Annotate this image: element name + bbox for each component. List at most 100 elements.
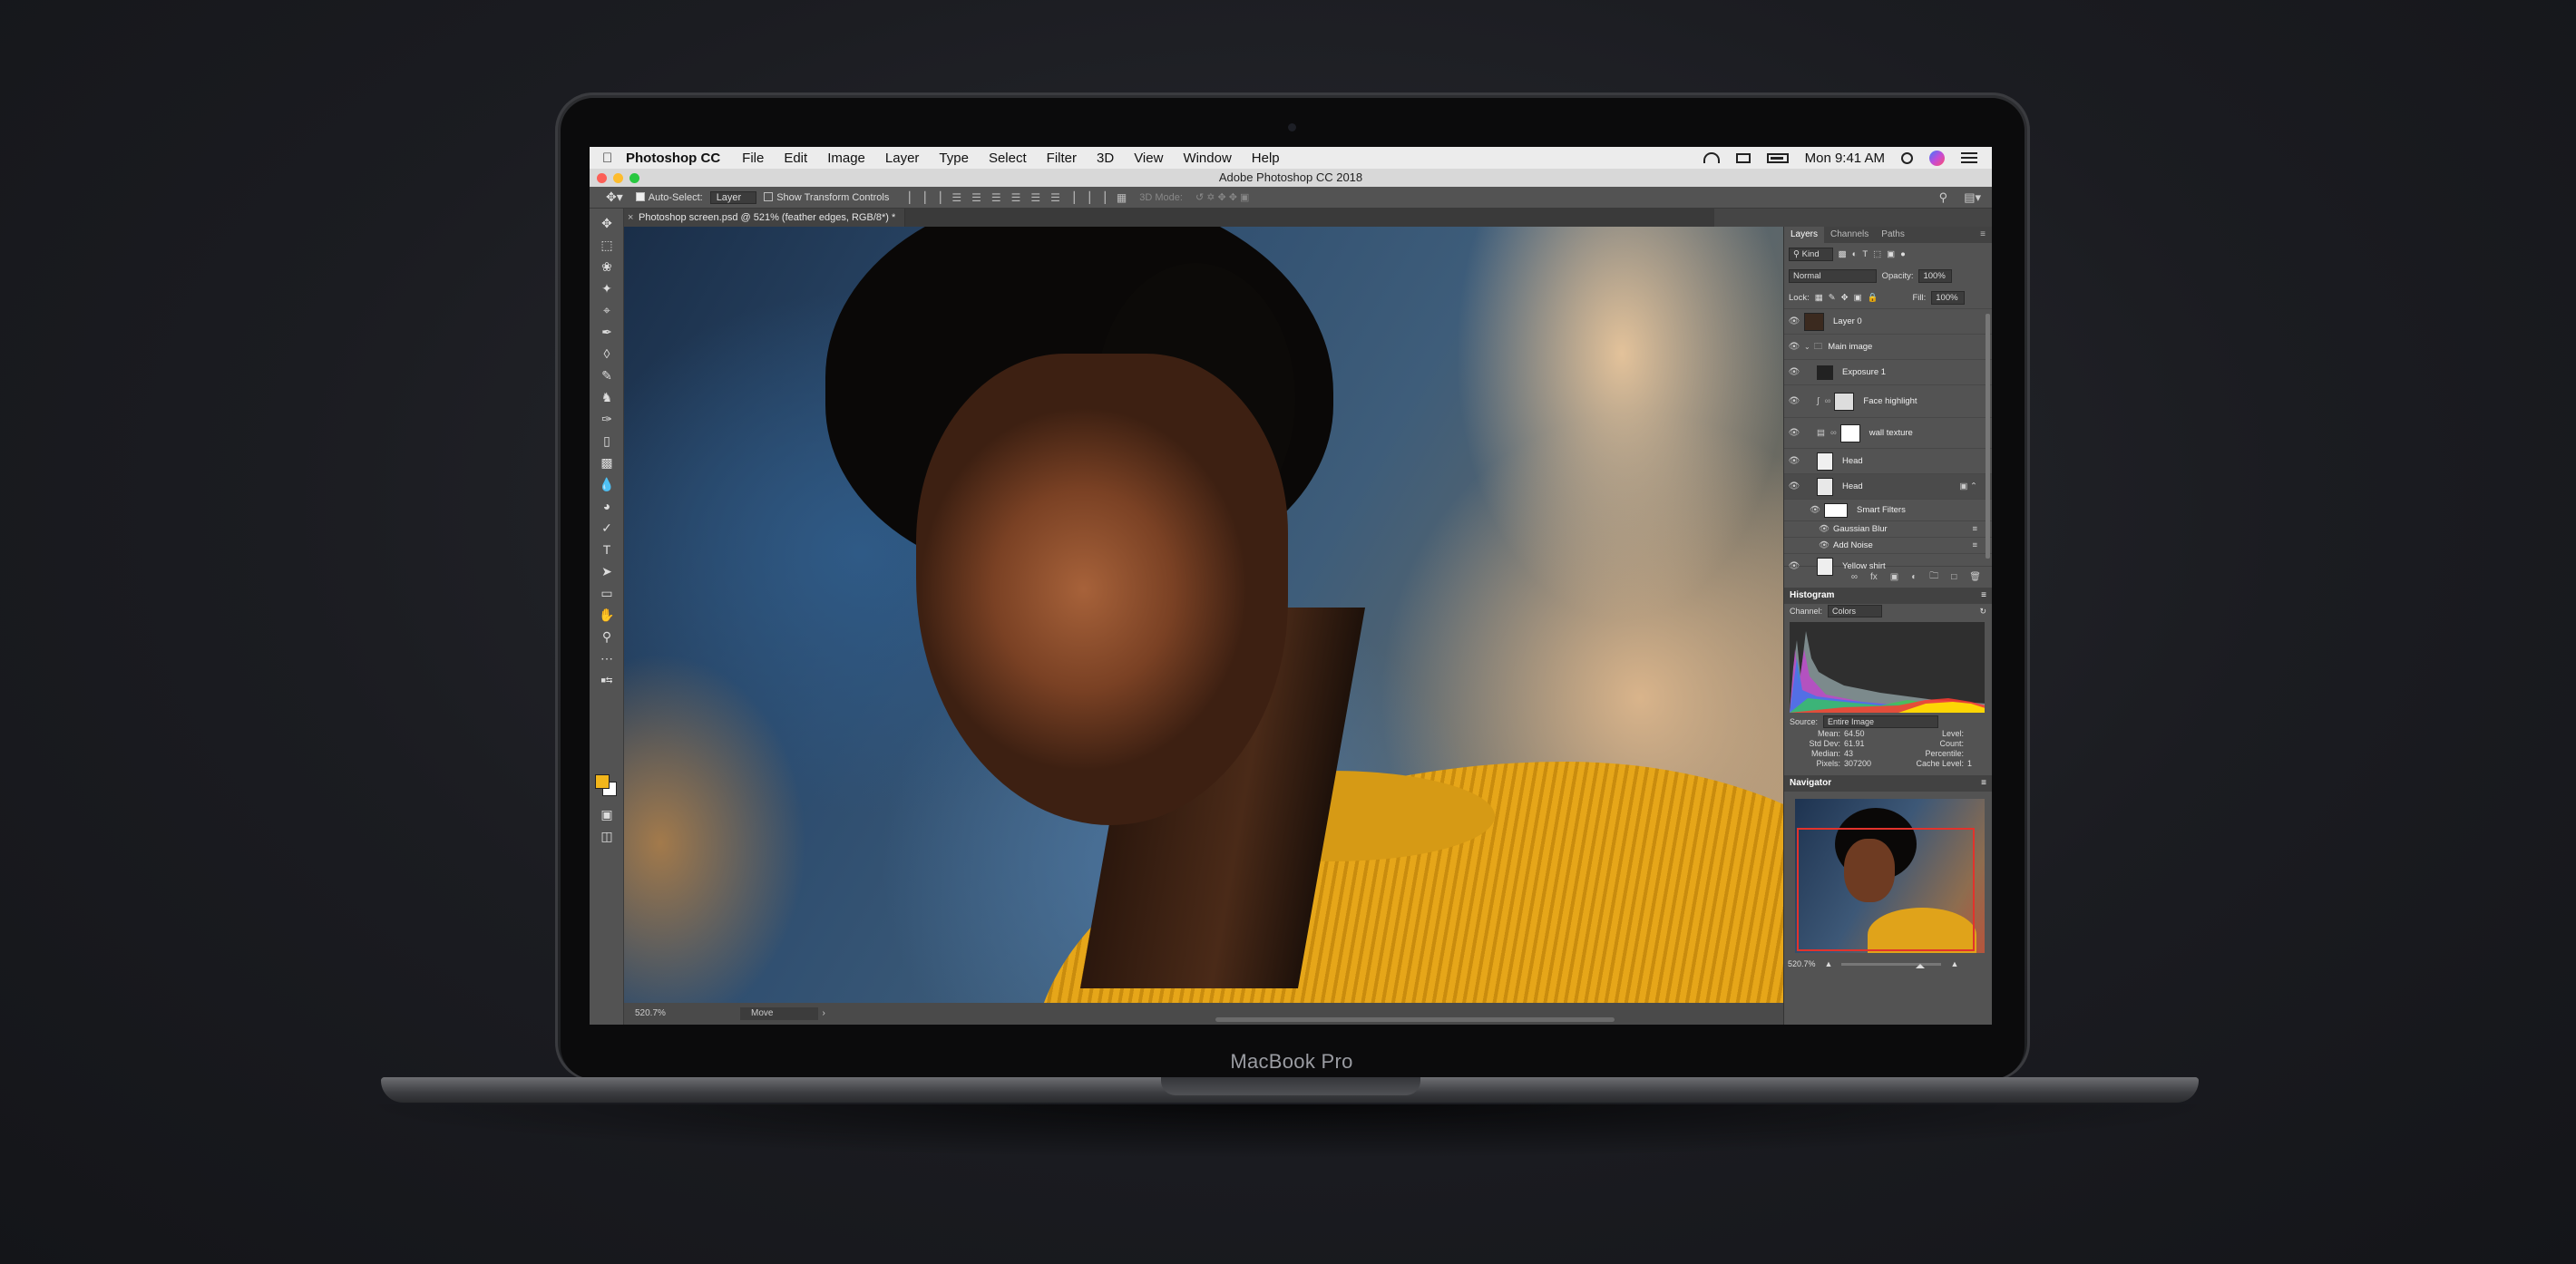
status-info-dropdown[interactable]: Move — [740, 1007, 819, 1020]
navigator-preview[interactable] — [1795, 799, 1985, 953]
filter-shape-icon[interactable]: ⬚ — [1873, 249, 1881, 259]
layer-row[interactable]: 👁 ∫ ∞ Face highlight — [1784, 384, 1992, 417]
app-menu[interactable]: Photoshop CC — [626, 151, 720, 166]
distribute-left-icon[interactable]: ⎥ — [1070, 191, 1076, 204]
hand-tool-icon[interactable]: ✋ — [590, 604, 624, 626]
menu-filter[interactable]: Filter — [1047, 151, 1077, 166]
visibility-eye-icon[interactable]: 👁 — [1784, 342, 1804, 352]
menu-layer[interactable]: Layer — [885, 151, 920, 166]
marquee-tool-icon[interactable]: ⬚ — [590, 234, 624, 256]
apple-icon[interactable]:  — [602, 151, 626, 166]
auto-select-target-dropdown[interactable]: Layer — [709, 190, 757, 204]
panel-menu-icon[interactable]: ≡ — [1981, 775, 1986, 792]
document-tab[interactable]: × Photoshop screen.psd @ 521% (feather e… — [624, 209, 905, 227]
layer-row[interactable]: 👁 Head — [1784, 448, 1992, 473]
layer-row[interactable]: 👁 Yellow shirt — [1784, 553, 1992, 579]
zoom-level[interactable]: 520.7% — [635, 1003, 689, 1025]
visibility-eye-icon[interactable]: 👁 — [1784, 540, 1833, 550]
navigator-view-frame[interactable] — [1797, 828, 1975, 951]
wifi-icon[interactable] — [1703, 152, 1720, 163]
group-expand-chevron-icon[interactable]: ⌄ — [1804, 343, 1810, 351]
zoom-out-icon[interactable]: ▲ — [1825, 959, 1833, 968]
spotlight-icon[interactable] — [1901, 151, 1913, 164]
distribute-right-icon[interactable]: ⎥ — [1101, 191, 1107, 204]
document-canvas[interactable] — [624, 227, 1783, 1003]
panel-menu-icon[interactable]: ≡ — [1974, 227, 1992, 243]
zoom-window-button[interactable] — [629, 173, 639, 183]
layer-row[interactable]: 👁 ▤ ∞ wall texture — [1784, 417, 1992, 448]
align-vcenter-icon[interactable]: ⎥ — [921, 191, 926, 204]
minimize-window-button[interactable] — [613, 173, 623, 183]
menu-edit[interactable]: Edit — [784, 151, 807, 166]
blend-mode-dropdown[interactable]: Normal — [1789, 268, 1877, 283]
panel-menu-icon[interactable]: ≡ — [1981, 588, 1986, 604]
distribute-bottom-icon[interactable]: ☰ — [1050, 191, 1060, 204]
search-icon[interactable]: ⚲ — [1939, 190, 1948, 205]
foreground-color-swatch[interactable] — [595, 774, 610, 789]
lock-transparent-icon[interactable]: ▦ — [1815, 293, 1823, 303]
clone-stamp-tool-icon[interactable]: ♞ — [590, 386, 624, 408]
visibility-eye-icon[interactable]: 👁 — [1784, 456, 1804, 466]
visibility-eye-icon[interactable]: 👁 — [1784, 367, 1804, 377]
airplay-icon[interactable] — [1735, 152, 1751, 163]
menu-clock[interactable]: Mon 9:41 AM — [1805, 151, 1885, 166]
brush-tool-icon[interactable]: ✎ — [590, 365, 624, 386]
smart-filter-row[interactable]: 👁 Add Noise ≡ — [1784, 537, 1992, 553]
close-tab-icon[interactable]: × — [628, 209, 633, 227]
histogram-header[interactable]: Histogram ≡ — [1784, 588, 1992, 604]
visibility-eye-icon[interactable]: 👁 — [1784, 505, 1824, 515]
align-hcenter-icon[interactable]: ☰ — [971, 191, 981, 204]
filter-type-icon[interactable]: T — [1862, 249, 1868, 259]
move-tool-preset-icon[interactable]: ✥▾ — [606, 190, 623, 205]
close-window-button[interactable] — [597, 173, 607, 183]
dodge-tool-icon[interactable]: ◕ — [590, 495, 624, 517]
fill-field[interactable]: 100% — [1931, 290, 1965, 305]
opacity-field[interactable]: 100% — [1918, 268, 1952, 283]
menu-select[interactable]: Select — [989, 151, 1027, 166]
pen-tool-icon[interactable]: ✓ — [590, 517, 624, 539]
channel-dropdown[interactable]: Colors — [1828, 605, 1883, 617]
rectangle-tool-icon[interactable]: ▭ — [590, 582, 624, 604]
smart-filters-row[interactable]: 👁 Smart Filters — [1784, 499, 1992, 520]
type-tool-icon[interactable]: T — [590, 539, 624, 560]
tab-layers[interactable]: Layers — [1784, 227, 1825, 243]
smart-filter-row[interactable]: 👁 Gaussian Blur ≡ — [1784, 520, 1992, 537]
layer-row[interactable]: 👁 Exposure 1 — [1784, 359, 1992, 384]
eraser-tool-icon[interactable]: ▯ — [590, 430, 624, 452]
align-bottom-icon[interactable]: ⎥ — [936, 191, 942, 204]
navigator-zoom-value[interactable]: 520.7% — [1788, 959, 1816, 968]
layer-row[interactable]: 👁 Head ▣ ⌃ — [1784, 473, 1992, 499]
eyedropper-tool-icon[interactable]: ✒ — [590, 321, 624, 343]
zoom-slider[interactable] — [1841, 962, 1942, 968]
crop-tool-icon[interactable]: ⌖ — [590, 299, 624, 321]
filter-toggle-icon[interactable]: ● — [1900, 249, 1906, 259]
menu-file[interactable]: File — [742, 151, 764, 166]
magic-wand-tool-icon[interactable]: ✦ — [590, 277, 624, 299]
visibility-eye-icon[interactable]: 👁 — [1784, 428, 1804, 438]
distribute-top-icon[interactable]: ☰ — [1011, 191, 1021, 204]
visibility-eye-icon[interactable]: 👁 — [1784, 524, 1833, 534]
layer-group-row[interactable]: 👁 ⌄ 🗀 Main image — [1784, 334, 1992, 359]
gradient-tool-icon[interactable]: ▩ — [590, 452, 624, 473]
menu-3d[interactable]: 3D — [1097, 151, 1114, 166]
workspace-switcher-icon[interactable]: ▤▾ — [1964, 190, 1981, 205]
menu-window[interactable]: Window — [1183, 151, 1231, 166]
lock-artboard-icon[interactable]: ▣ — [1854, 293, 1862, 303]
lock-position-icon[interactable]: ✥ — [1841, 293, 1849, 303]
filter-smart-icon[interactable]: ▣ — [1887, 249, 1895, 259]
distribute-hcenter-icon[interactable]: ⎥ — [1086, 191, 1091, 204]
visibility-eye-icon[interactable]: 👁 — [1784, 481, 1804, 491]
visibility-eye-icon[interactable]: 👁 — [1784, 396, 1804, 406]
lasso-tool-icon[interactable]: ❀ — [590, 256, 624, 277]
visibility-eye-icon[interactable]: 👁 — [1784, 316, 1804, 326]
quick-mask-icon[interactable]: ▣ — [590, 803, 624, 825]
filter-options-icon[interactable]: ≡ — [1972, 540, 1977, 550]
navigator-header[interactable]: Navigator ≡ — [1784, 775, 1992, 792]
auto-select-checkbox[interactable] — [635, 191, 645, 201]
filter-options-icon[interactable]: ≡ — [1972, 524, 1977, 534]
horizontal-scrollbar[interactable] — [1215, 1017, 1615, 1022]
battery-icon[interactable] — [1766, 152, 1789, 163]
notification-center-icon[interactable] — [1961, 152, 1977, 163]
align-top-icon[interactable]: ⎥ — [905, 191, 911, 204]
layer-row[interactable]: 👁 Layer 0 — [1784, 308, 1992, 334]
